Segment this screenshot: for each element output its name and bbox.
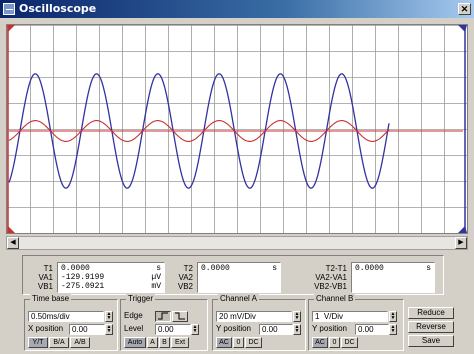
timebase-group: Time base 0.50ms/div ▲ ▼ X position 0.00 … — [24, 294, 118, 351]
va2-label: VA2 — [178, 273, 193, 282]
t1-readout-box: 0.0000 s -129.9199 µV -275.0921 mV — [57, 262, 165, 293]
vb1-value: -275.0921 — [61, 282, 105, 291]
channel-b-y-position-label: Y position — [312, 324, 347, 333]
channel-a-scale-field[interactable]: 20 mV/Div — [216, 311, 292, 322]
channel-a-dc-button[interactable]: DC — [245, 337, 262, 348]
t2-t1-value: 0.0000 — [355, 264, 384, 273]
x-position-spin-icon[interactable]: ▲ ▼ — [105, 324, 113, 335]
vb2-label: VB2 — [177, 282, 193, 291]
save-button[interactable]: Save — [408, 335, 454, 347]
delta-labels: T2-T1 VA2-VA1 VB2-VB1 — [307, 264, 347, 291]
trigger-b-button[interactable]: B — [159, 337, 170, 348]
t1-label: T1 — [43, 264, 53, 273]
x-position-label: X position — [28, 324, 64, 333]
channel-a-scale-spin-icon[interactable]: ▲ ▼ — [293, 311, 301, 322]
t2-unit: s — [272, 264, 277, 273]
va1-unit: µV — [151, 273, 161, 282]
rising-edge-button[interactable] — [155, 311, 171, 322]
channel-a-ac-button[interactable]: AC — [216, 337, 232, 348]
falling-edge-icon — [175, 312, 185, 320]
x-position-field[interactable]: 0.00 — [69, 324, 105, 335]
oscilloscope-app-icon — [3, 3, 15, 15]
reduce-button[interactable]: Reduce — [408, 307, 454, 319]
t2-value: 0.0000 — [201, 264, 230, 273]
vb1-label: VB1 — [37, 282, 53, 291]
channel-a-group: Channel A 20 mV/Div ▲ ▼ Y position 0.00 ▲… — [212, 294, 306, 351]
channel-b-ac-button[interactable]: AC — [312, 337, 328, 348]
level-spin-icon[interactable]: ▲ ▼ — [191, 324, 199, 335]
trigger-title: Trigger — [126, 294, 156, 303]
vb2-vb1-label: VB2-VB1 — [314, 282, 347, 291]
title-bar: Oscilloscope ✕ — [0, 0, 474, 18]
t2-readout-box: 0.0000 s — [197, 262, 281, 293]
vb1-unit: mV — [151, 282, 161, 291]
cursor-1-marker-icon — [7, 25, 15, 32]
oscilloscope-display[interactable] — [6, 24, 468, 234]
channel-a-y-position-spin-icon[interactable]: ▲ ▼ — [293, 324, 301, 335]
cursor-readout-panel: T1 VA1 VB1 0.0000 s -129.9199 µV -275.0921… — [22, 255, 444, 295]
channel-b-scale-spin-icon[interactable]: ▲ ▼ — [389, 311, 397, 322]
channel-b-title: Channel B — [314, 294, 356, 303]
waveform-plot — [7, 25, 467, 233]
va1-value: -129.9199 — [61, 273, 105, 282]
horizontal-scrollbar[interactable]: ◀ ▶ — [6, 236, 468, 250]
trigger-a-button[interactable]: A — [147, 337, 158, 348]
t1-labels: T1 VA1 VB1 — [31, 264, 53, 291]
level-field[interactable]: 0.00 — [155, 324, 191, 335]
t2-label: T2 — [183, 264, 193, 273]
channel-b-group: Channel B 1 V/Div ▲ ▼ Y position 0.00 ▲ ▼ … — [308, 294, 404, 351]
timebase-spin-icon[interactable]: ▲ ▼ — [105, 311, 113, 322]
trigger-ext-button[interactable]: Ext — [171, 337, 189, 348]
channel-a-y-position-label: Y position — [216, 324, 251, 333]
channel-b-y-position-field[interactable]: 0.00 — [355, 324, 389, 335]
rising-edge-icon — [158, 312, 168, 320]
va1-label: VA1 — [38, 273, 53, 282]
channel-b-scale-field[interactable]: 1 V/Div — [312, 311, 388, 322]
scroll-left-arrow-icon[interactable]: ◀ — [7, 237, 19, 249]
channel-a-y-position-field[interactable]: 0.00 — [259, 324, 293, 335]
timebase-title: Time base — [30, 294, 72, 303]
channel-b-zero-button[interactable]: 0 — [329, 337, 340, 348]
trigger-group: Trigger Edge Level 0.00 ▲ ▼ Auto A B Ext — [120, 294, 208, 351]
scroll-right-arrow-icon[interactable]: ▶ — [455, 237, 467, 249]
timebase-field[interactable]: 0.50ms/div — [28, 311, 104, 322]
edge-label: Edge — [124, 311, 143, 320]
cursor-1-bottom-marker-icon — [7, 226, 15, 233]
channel-a-title: Channel A — [218, 294, 259, 303]
reverse-button[interactable]: Reverse — [408, 321, 454, 333]
channel-b-dc-button[interactable]: DC — [341, 337, 358, 348]
mode-ba-button[interactable]: B/A — [49, 337, 69, 348]
mode-yt-button[interactable]: Y/T — [28, 337, 48, 348]
trigger-auto-button[interactable]: Auto — [124, 337, 146, 348]
channel-a-zero-button[interactable]: 0 — [233, 337, 244, 348]
falling-edge-button[interactable] — [172, 311, 188, 322]
delta-readout-box: 0.0000 s — [351, 262, 435, 293]
t2-labels: T2 VA2 VB2 — [171, 264, 193, 291]
t2-t1-label: T2-T1 — [325, 264, 347, 273]
t1-unit: s — [156, 264, 161, 273]
va2-va1-label: VA2-VA1 — [315, 273, 347, 282]
close-button[interactable]: ✕ — [458, 3, 471, 15]
channel-b-y-position-spin-icon[interactable]: ▲ ▼ — [389, 324, 397, 335]
t1-value: 0.0000 — [61, 264, 90, 273]
mode-ab-button[interactable]: A/B — [70, 337, 90, 348]
t2-t1-unit: s — [426, 264, 431, 273]
level-label: Level — [124, 324, 144, 333]
window-title: Oscilloscope — [19, 2, 97, 15]
